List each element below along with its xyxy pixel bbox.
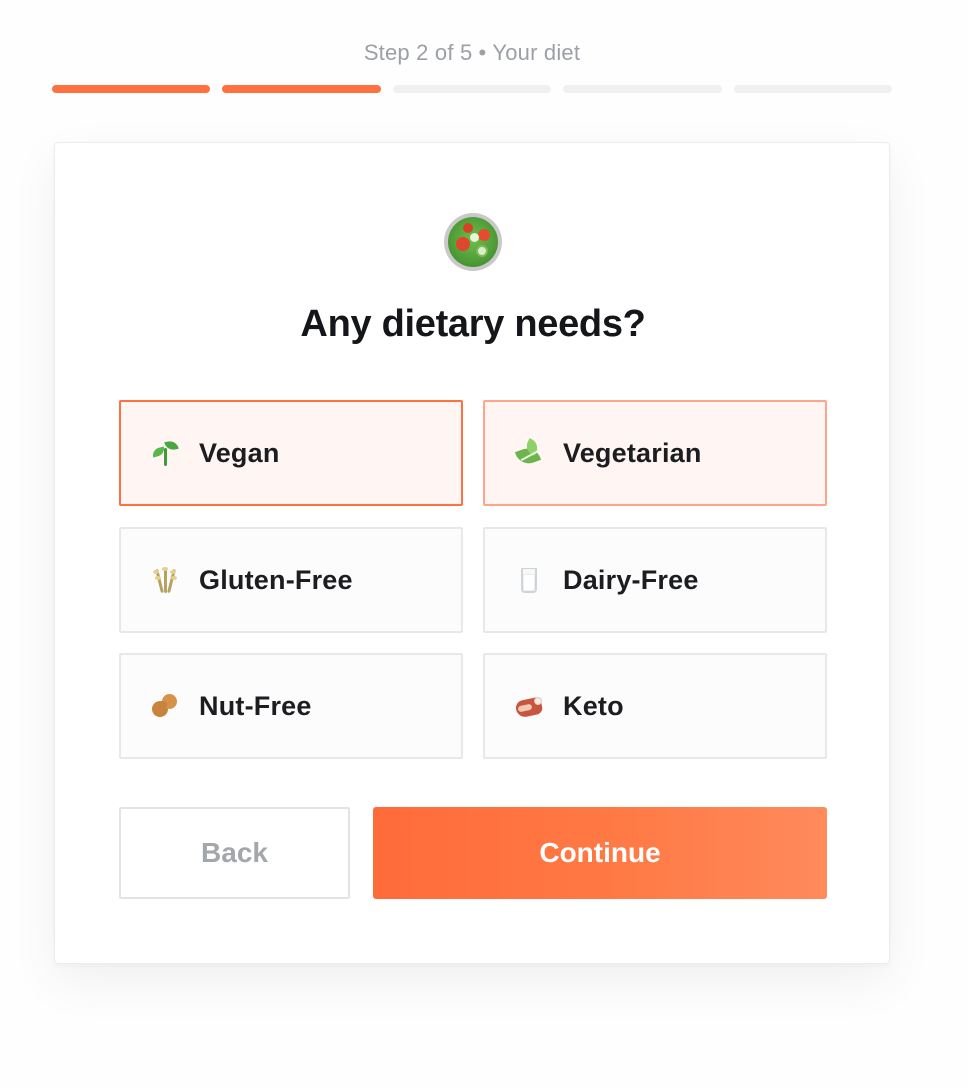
option-label: Nut-Free: [199, 690, 312, 721]
progress-segment-5: [733, 85, 893, 93]
step-separator: •: [478, 40, 487, 65]
option-label: Vegetarian: [563, 437, 702, 468]
back-button[interactable]: Back: [119, 807, 350, 899]
seedling-icon: [149, 437, 181, 469]
option-vegan[interactable]: Vegan: [119, 400, 463, 506]
page-title: Any dietary needs?: [300, 303, 646, 345]
option-vegetarian[interactable]: Vegetarian: [483, 400, 827, 506]
leafy-green-icon: [513, 437, 545, 469]
onboarding-page: Step 2 of 5 • Your diet Any dietary needs?…: [0, 0, 968, 1088]
progress-segment-1: [52, 85, 211, 93]
option-dairy-free[interactable]: Dairy-Free: [483, 527, 827, 633]
sheaf-of-rice-icon: [149, 564, 181, 596]
step-count: Step 2 of 5: [363, 40, 473, 65]
diet-card: Any dietary needs? Vegan Vegetarian Glut…: [54, 142, 890, 964]
option-nut-free[interactable]: Nut-Free: [119, 653, 463, 759]
option-keto[interactable]: Keto: [483, 653, 827, 759]
progress-segment-4: [563, 85, 722, 93]
continue-button[interactable]: Continue: [373, 807, 827, 899]
option-label: Vegan: [199, 437, 280, 468]
step-indicator: Step 2 of 5 • Your diet: [0, 40, 944, 66]
peanuts-icon: [149, 690, 181, 722]
progress-segment-2: [222, 85, 381, 93]
option-label: Keto: [563, 690, 624, 721]
option-gluten-free[interactable]: Gluten-Free: [119, 527, 463, 633]
glass-of-milk-icon: [513, 564, 545, 596]
green-salad-icon: [444, 213, 502, 271]
cut-of-meat-icon: [513, 690, 545, 722]
progress-bar: [52, 85, 893, 93]
progress-segment-3: [392, 85, 552, 93]
step-section: Your diet: [492, 40, 581, 65]
option-label: Gluten-Free: [199, 564, 353, 595]
option-label: Dairy-Free: [563, 564, 699, 595]
